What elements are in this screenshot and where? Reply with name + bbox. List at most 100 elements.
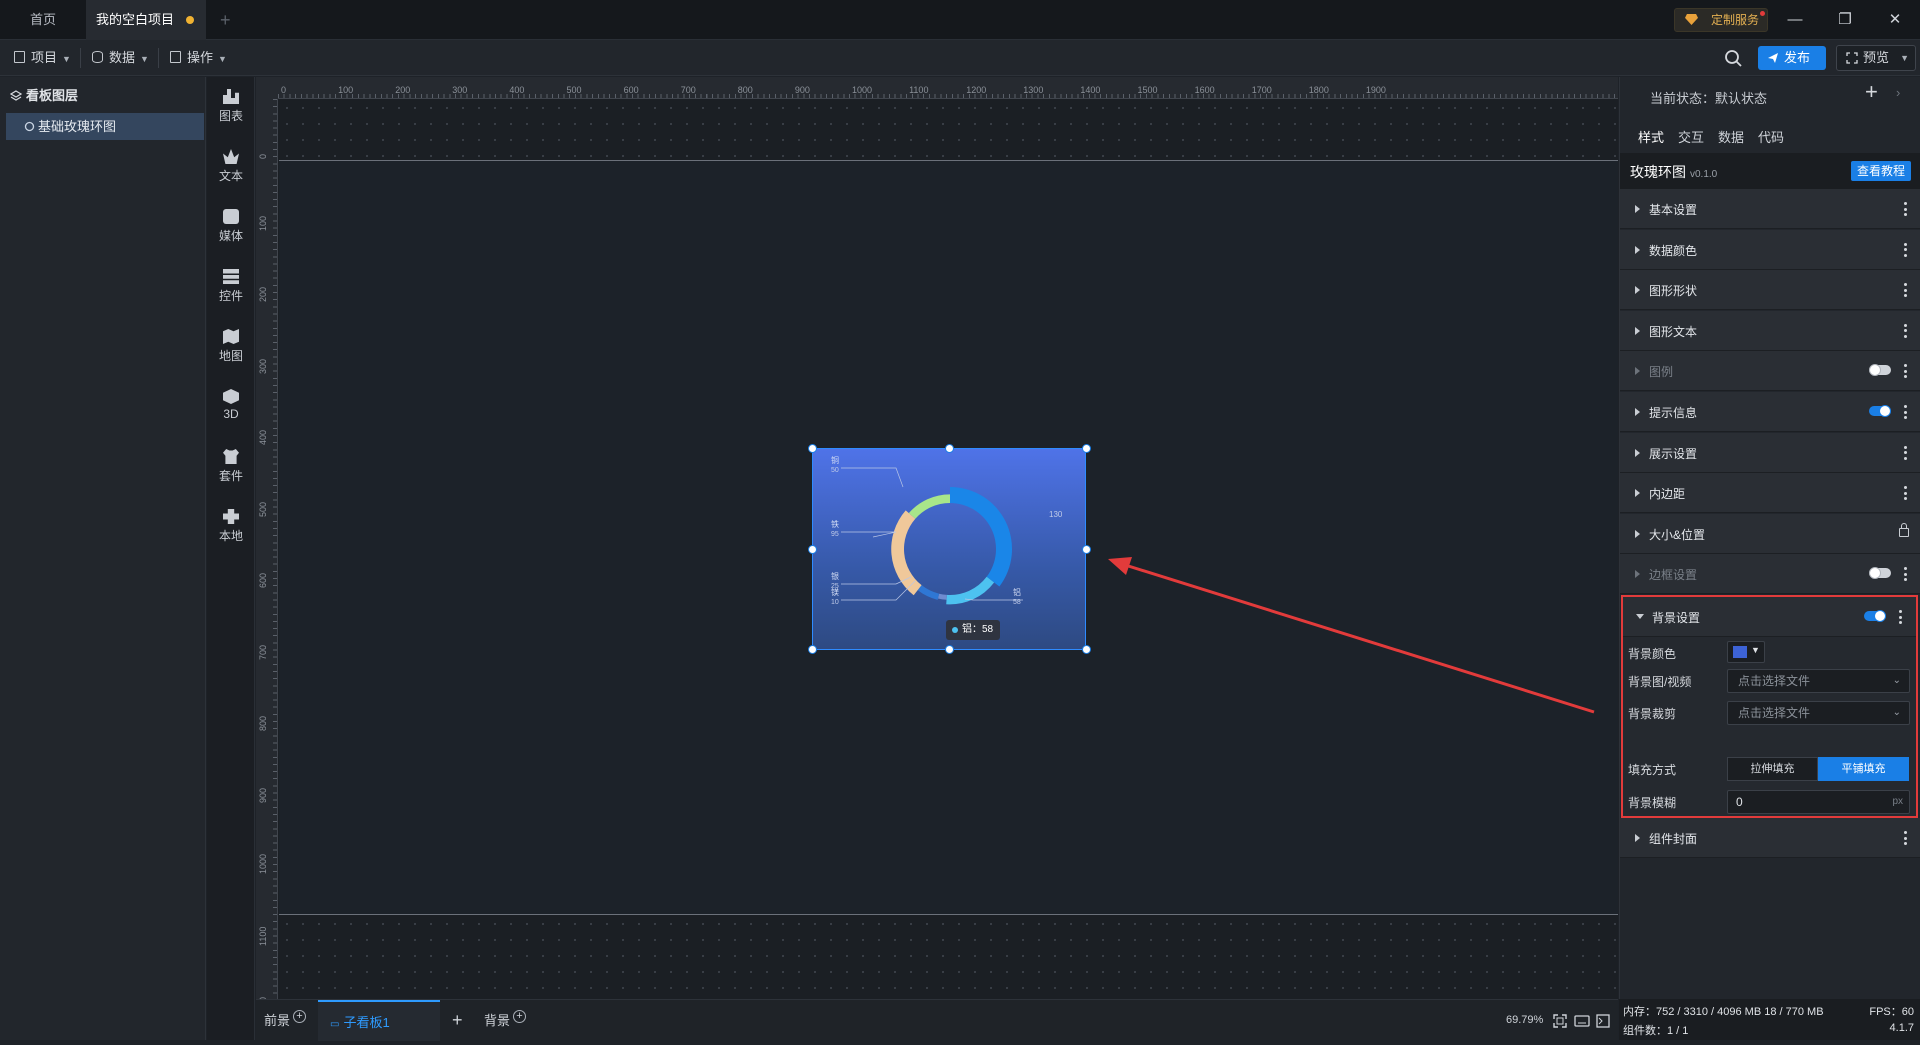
tab-data[interactable]: 数据 — [1718, 127, 1744, 146]
background-image-select[interactable]: 点击选择文件 ⌄ — [1727, 669, 1910, 693]
section-0[interactable]: 基本设置 — [1620, 189, 1920, 229]
more-vertical-icon[interactable] — [1904, 323, 1907, 338]
category-label: 铝 — [1013, 587, 1021, 597]
minimize-button[interactable]: — — [1770, 0, 1820, 40]
resize-handle-w[interactable] — [808, 545, 817, 554]
background-image-label: 背景图/视频 — [1628, 675, 1692, 689]
section-toggle[interactable] — [1869, 567, 1891, 580]
lock-icon[interactable] — [1899, 522, 1909, 537]
more-vertical-icon[interactable] — [1904, 405, 1907, 419]
component-cover-section[interactable]: 组件封面 — [1620, 818, 1920, 858]
tab-code[interactable]: 代码 — [1758, 127, 1784, 146]
search-icon[interactable] — [1722, 47, 1744, 69]
custom-service-button[interactable]: 定制服务 — [1674, 8, 1768, 32]
tab-sub-board[interactable]: ▭ 子看板1 — [318, 1000, 440, 1041]
close-window-button[interactable]: ✕ — [1870, 0, 1920, 40]
category-kit[interactable]: 套件 — [207, 449, 255, 484]
category-3d[interactable]: 3D — [207, 389, 255, 421]
menu-data[interactable]: 数据 ▼ — [92, 40, 149, 76]
rose-sector[interactable] — [917, 585, 940, 600]
preview-button[interactable]: 预览 ▼ — [1836, 45, 1916, 71]
color-swatch — [1733, 646, 1747, 658]
add-state-button[interactable]: + — [1865, 79, 1878, 105]
add-board-button[interactable]: + — [452, 1000, 463, 1041]
tab-project[interactable]: 我的空白项目 — [86, 0, 206, 40]
add-tab-button[interactable]: + — [208, 0, 238, 40]
category-local[interactable]: 本地 — [207, 509, 255, 544]
more-vertical-icon[interactable] — [1904, 283, 1907, 298]
tooltip-text: 铝：58 — [962, 624, 994, 635]
tab-background[interactable]: 背景 + — [484, 1000, 527, 1041]
view-tutorial-button[interactable]: 查看教程 — [1851, 161, 1911, 181]
add-circle-icon[interactable]: + — [513, 1010, 527, 1023]
layer-item-rose-ring[interactable]: 基础玫瑰环图 — [6, 113, 204, 140]
section-toggle[interactable] — [1869, 364, 1891, 377]
caret-right-icon — [1635, 489, 1640, 498]
chevron-down-icon[interactable]: ▼ — [1900, 46, 1909, 70]
more-vertical-icon[interactable] — [1904, 202, 1907, 216]
menu-operations[interactable]: 操作 ▼ — [170, 40, 227, 76]
tab-foreground[interactable]: 前景 + — [264, 1000, 307, 1041]
chevron-down-icon: ▼ — [62, 54, 71, 64]
restore-button[interactable]: ❐ — [1820, 0, 1870, 40]
tab-interaction[interactable]: 交互 — [1678, 127, 1704, 146]
resize-handle-nw[interactable] — [808, 444, 817, 453]
section-toggle[interactable] — [1869, 405, 1891, 417]
more-vertical-icon[interactable] — [1904, 364, 1907, 379]
resize-handle-n[interactable] — [945, 444, 954, 453]
more-vertical-icon[interactable] — [1904, 445, 1907, 460]
resize-handle-ne[interactable] — [1082, 444, 1091, 453]
resize-handle-s[interactable] — [945, 645, 954, 654]
category-map[interactable]: 地图 — [207, 329, 255, 364]
category-text[interactable]: 文本 — [207, 149, 255, 184]
background-crop-select[interactable]: 点击选择文件 ⌄ — [1727, 701, 1910, 725]
section-7[interactable]: 内边距 — [1620, 473, 1920, 514]
tab-home[interactable]: 首页 — [0, 0, 86, 40]
section-5[interactable]: 提示信息 — [1620, 392, 1920, 432]
section-1[interactable]: 数据颜色 — [1620, 229, 1920, 270]
rose-sector[interactable] — [891, 510, 922, 596]
section-2[interactable]: 图形形状 — [1620, 270, 1920, 311]
category-media[interactable]: 媒体 — [207, 209, 255, 244]
rose-sector[interactable] — [908, 494, 950, 519]
background-color-picker[interactable]: ▼ — [1727, 641, 1765, 663]
section-8[interactable]: 大小&位置 — [1620, 513, 1920, 554]
resize-handle-se[interactable] — [1082, 645, 1091, 654]
category-controls[interactable]: 控件 — [207, 269, 255, 304]
section-6[interactable]: 展示设置 — [1620, 432, 1920, 473]
section-9[interactable]: 边框设置 — [1620, 554, 1920, 595]
background-settings-header[interactable]: 背景设置 — [1623, 597, 1916, 637]
chart-layer-icon — [24, 121, 35, 132]
ruler-corner — [256, 77, 278, 99]
toolbar: 项目 ▼ 数据 ▼ 操作 ▼ 发布 预览 ▼ — [0, 40, 1920, 76]
keyboard-icon[interactable] — [1574, 1014, 1590, 1028]
more-vertical-icon[interactable] — [1904, 242, 1907, 257]
section-3[interactable]: 图形文本 — [1620, 310, 1920, 351]
tab-style[interactable]: 样式 — [1638, 127, 1665, 156]
add-circle-icon[interactable]: + — [293, 1010, 307, 1023]
rose-sector[interactable] — [937, 593, 947, 600]
fill-stretch-button[interactable]: 拉伸填充 — [1727, 757, 1818, 781]
fit-screen-icon[interactable] — [1553, 1014, 1567, 1028]
section-4[interactable]: 图例 — [1620, 351, 1920, 392]
terminal-icon[interactable] — [1596, 1014, 1610, 1028]
rose-sector[interactable] — [950, 487, 1012, 587]
menu-project[interactable]: 项目 ▼ — [14, 40, 71, 76]
background-toggle[interactable] — [1864, 610, 1886, 622]
publish-button[interactable]: 发布 — [1758, 46, 1826, 70]
ruler-tick-label: 300 — [452, 85, 468, 95]
background-blur-input[interactable]: 0 px — [1727, 790, 1910, 814]
fill-tile-button[interactable]: 平铺填充 — [1818, 757, 1909, 781]
resize-handle-e[interactable] — [1082, 545, 1091, 554]
chevron-down-icon: ▼ — [218, 54, 227, 64]
more-vertical-icon[interactable] — [1904, 486, 1907, 501]
more-vertical-icon[interactable] — [1904, 831, 1907, 845]
memory-status: 内存：752 / 3310 / 4096 MB 18 / 770 MB — [1623, 1006, 1824, 1018]
more-vertical-icon[interactable] — [1904, 567, 1907, 582]
more-vertical-icon[interactable] — [1899, 610, 1902, 624]
controls-icon — [223, 269, 239, 284]
resize-handle-sw[interactable] — [808, 645, 817, 654]
category-chart[interactable]: 图表 — [207, 89, 255, 124]
value-label: 50 — [831, 467, 839, 474]
state-expand-button[interactable]: › — [1896, 85, 1900, 100]
